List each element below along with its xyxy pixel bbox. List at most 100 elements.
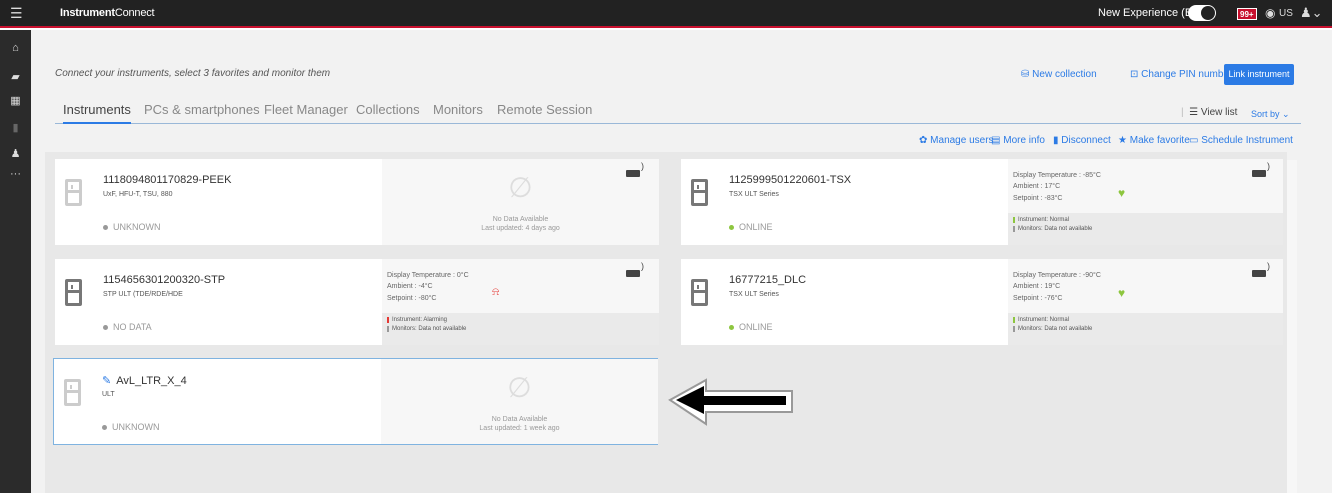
folder-icon[interactable]: ▰ (0, 70, 31, 83)
more-icon[interactable]: ··· (0, 168, 31, 180)
freezer-icon (65, 179, 82, 206)
last-updated: Last updated: 4 days ago (481, 225, 560, 232)
instrument-card-selected[interactable]: ✎ AvL_LTR_X_4 ULT UNKNOWN ∅ No Data Avail… (53, 358, 658, 445)
last-updated: Last updated: 1 week ago (479, 425, 560, 432)
tab-collections[interactable]: Collections (356, 102, 420, 117)
left-arrow-icon (668, 378, 793, 426)
instrument-card[interactable]: 1154656301200320-STP STP ULT (TDE/RDE/HD… (55, 259, 659, 345)
instrument-name: 1154656301200320-STP (103, 274, 226, 286)
data-panel: Display Temperature : -90°C Ambient : 19… (1008, 259, 1283, 345)
instrument-name: 1118094801170829-PEEK (103, 174, 232, 186)
scrollbar[interactable] (1287, 160, 1297, 493)
status-label: UNKNOWN (102, 422, 160, 432)
freezer-icon (691, 279, 708, 306)
instrument-name: ✎ AvL_LTR_X_4 (102, 375, 187, 387)
setpoint: Setpoint : -80°C (387, 295, 437, 302)
status-label: UNKNOWN (103, 222, 161, 232)
top-bar: ☰ InstrumentConnect New Experience (Beta… (0, 0, 1332, 28)
display-temperature: Display Temperature : 0°C (387, 272, 469, 279)
tab-monitors[interactable]: Monitors (433, 102, 483, 117)
status-box: Instrument: Normal Monitors: Data not av… (1008, 313, 1283, 345)
instrument-card[interactable]: 16777215_DLC TSX ULT Series ONLINE Displ… (681, 259, 1283, 345)
instrument-card[interactable]: 1125999501220601-TSX TSX ULT Series ONLI… (681, 159, 1283, 245)
hamburger-menu-icon[interactable]: ☰ (10, 5, 23, 22)
ambient-temperature: Ambient : 17°C (1013, 183, 1061, 190)
connection-icon (626, 161, 644, 177)
tab-instruments[interactable]: Instruments (63, 102, 131, 124)
make-favorite-action[interactable]: ★ Make favorite (1118, 135, 1190, 146)
disconnect-action[interactable]: ▮ Disconnect (1053, 135, 1111, 146)
app-logo[interactable]: InstrumentConnect (60, 7, 155, 19)
edit-pencil-icon[interactable]: ✎ (102, 375, 111, 387)
notification-badge[interactable]: 99+ (1237, 8, 1257, 20)
instrument-model: STP ULT (TDE/RDE/HDE (103, 291, 183, 298)
data-panel: Display Temperature : 0°C Ambient : -4°C… (382, 259, 659, 345)
no-data-text: No Data Available (492, 216, 549, 223)
heart-icon: ♥ (1118, 286, 1126, 300)
freezer-icon (64, 379, 81, 406)
users-icon[interactable]: ♟ (0, 147, 31, 160)
gear-icon: ✿ (919, 135, 931, 146)
connection-icon (626, 261, 644, 277)
instrument-name: 1125999501220601-TSX (729, 174, 852, 186)
page-subtitle: Connect your instruments, select 3 favor… (55, 68, 331, 79)
connection-icon (1252, 161, 1270, 177)
pin-icon: ⊡ (1130, 69, 1142, 80)
setpoint: Setpoint : -83°C (1013, 195, 1063, 202)
freezer-icon (691, 179, 708, 206)
heart-icon: ♥ (1118, 186, 1126, 200)
freezer-icon (65, 279, 82, 306)
globe-icon[interactable]: ◉ (1265, 6, 1275, 20)
more-info-action[interactable]: ▤ More info (991, 135, 1045, 146)
manage-users-action[interactable]: ✿ Manage users (919, 135, 994, 146)
star-icon: ★ (1118, 135, 1130, 146)
grid-icon[interactable]: ▦ (0, 94, 31, 107)
change-pin-link[interactable]: ⊡ Change PIN number (1130, 69, 1232, 80)
sort-by-dropdown[interactable]: Sort by ⌄ (1251, 109, 1290, 120)
schedule-instrument-action[interactable]: ▭ Schedule Instrument (1189, 135, 1293, 146)
tab-pcs-smartphones[interactable]: PCs & smartphones (144, 102, 260, 117)
view-list-button[interactable]: | ☰ View list (1181, 107, 1237, 118)
tab-fleet-manager[interactable]: Fleet Manager (264, 102, 348, 117)
data-panel: ∅ No Data Available Last updated: 1 week… (381, 359, 658, 444)
link-instrument-button[interactable]: Link instrument (1224, 64, 1294, 85)
list-icon: ☰ (1189, 107, 1201, 118)
tab-remote-session[interactable]: Remote Session (497, 102, 592, 117)
instrument-model: TSX ULT Series (729, 191, 779, 198)
home-icon[interactable]: ⌂ (0, 42, 31, 54)
display-temperature: Display Temperature : -90°C (1013, 272, 1101, 279)
beta-toggle[interactable] (1188, 5, 1216, 21)
tab-bar: Instruments PCs & smartphones Fleet Mana… (55, 102, 1301, 124)
instrument-model: ULT (102, 391, 115, 398)
ambient-temperature: Ambient : -4°C (387, 283, 433, 290)
display-temperature: Display Temperature : -85°C (1013, 172, 1101, 179)
no-data-icon: ∅ (507, 372, 532, 403)
calendar-icon: ▭ (1189, 135, 1202, 146)
monitors-status: Monitors: Data not available (1013, 226, 1092, 232)
instrument-status: Instrument: Normal (1013, 217, 1069, 223)
status-label: ONLINE (729, 322, 773, 332)
info-icon: ▤ (991, 135, 1004, 146)
connection-icon (1252, 261, 1270, 277)
no-data-text: No Data Available (491, 416, 548, 423)
instrument-status: Instrument: Normal (1013, 317, 1069, 323)
status-box: Instrument: Normal Monitors: Data not av… (1008, 213, 1283, 245)
instrument-name: 16777215_DLC (729, 274, 807, 286)
status-label: NO DATA (103, 322, 152, 332)
status-box: Instrument: Alarming Monitors: Data not … (382, 313, 659, 345)
user-menu-icon[interactable]: ♟⌄ (1300, 5, 1323, 21)
device-icon[interactable]: ▮ (0, 121, 31, 134)
instrument-status: Instrument: Alarming (387, 317, 447, 323)
collection-icon: ⛁ (1021, 69, 1033, 80)
new-collection-link[interactable]: ⛁ New collection (1021, 69, 1097, 80)
instrument-card[interactable]: 1118094801170829-PEEK UxF, HFU-T, TSU, 8… (55, 159, 659, 245)
data-panel: ∅ No Data Available Last updated: 4 days… (382, 159, 659, 245)
instrument-model: UxF, HFU-T, TSU, 880 (103, 191, 173, 198)
left-sidebar: ⌂ ▰ ▦ ▮ ♟ ··· (0, 30, 31, 493)
language-selector[interactable]: US (1279, 8, 1293, 19)
monitors-status: Monitors: Data not available (387, 326, 466, 332)
monitors-status: Monitors: Data not available (1013, 326, 1092, 332)
setpoint: Setpoint : -76°C (1013, 295, 1063, 302)
ambient-temperature: Ambient : 19°C (1013, 283, 1061, 290)
no-data-icon: ∅ (508, 172, 533, 203)
